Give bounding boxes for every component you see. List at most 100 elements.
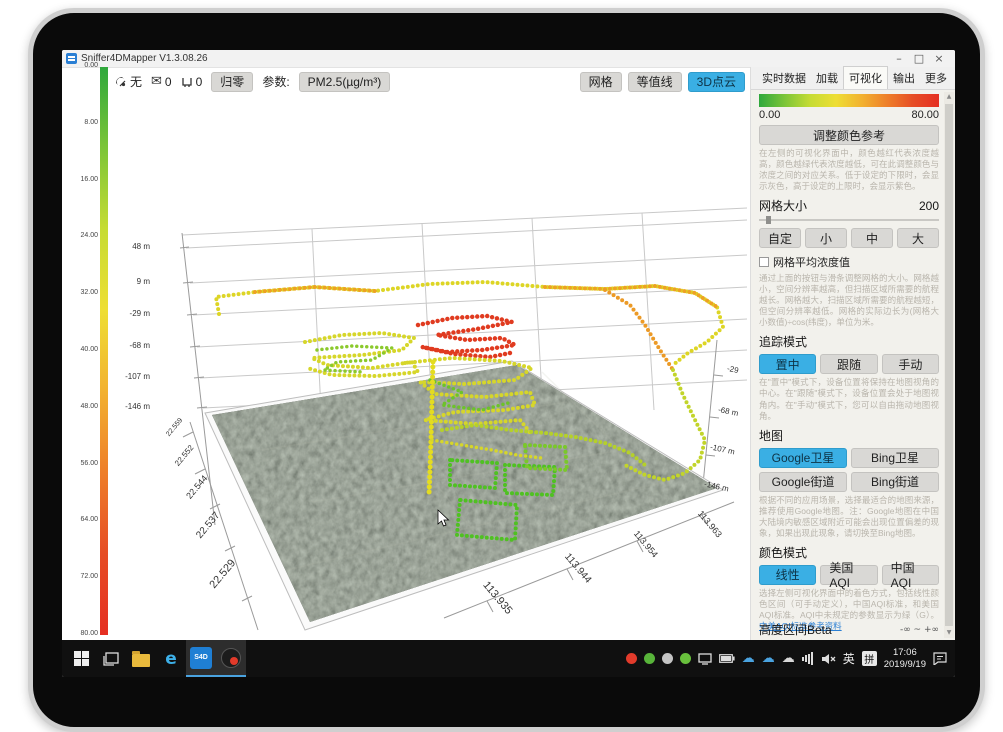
map-source-buttons: Google卫星 Bing卫星 Google街道 Bing街道 [759, 448, 939, 492]
grid-size-slider-handle[interactable] [766, 216, 771, 224]
recording-indicator-icon[interactable] [626, 653, 637, 664]
map-source-label: 地图 [759, 427, 783, 444]
clock-time: 17:06 [884, 647, 926, 659]
start-button[interactable] [66, 640, 96, 677]
tab-output[interactable]: 输出 [888, 67, 920, 89]
color-mode-buttons: 线性 美国AQI 中国AQI [759, 565, 939, 585]
grid-size-large-button[interactable]: 大 [897, 228, 939, 248]
minimize-button[interactable]: – [891, 52, 907, 65]
adjust-color-button[interactable]: 调整颜色参考 [759, 125, 939, 145]
scroll-down-icon[interactable]: ▼ [944, 628, 954, 638]
z-tick-label: -29 m [102, 309, 150, 318]
battery-icon[interactable] [719, 654, 735, 663]
taskbar-clock[interactable]: 17:06 2019/9/19 [884, 647, 926, 671]
tracking-mode-buttons: 置中 跟随 手动 [759, 354, 939, 374]
panel-content: 0.00 80.00 调整颜色参考 在左侧的可视化界面中，颜色越红代表浓度越高，… [751, 90, 955, 640]
panel-menu: 实时数据 加载 可视化 输出 更多 [751, 67, 955, 90]
grid-size-presets: 自定 小 中 大 [759, 228, 939, 248]
edge-icon: e [165, 649, 177, 669]
z-tick-label: -68 m [102, 341, 150, 350]
scroll-up-icon[interactable]: ▲ [944, 92, 954, 102]
window-titlebar: Sniffer4DMapper V1.3.08.26 – □ × [62, 50, 955, 68]
language-indicator[interactable]: 英 [843, 650, 855, 667]
grid-size-medium-button[interactable]: 中 [851, 228, 893, 248]
cloud-drive-icon[interactable]: ☁ [762, 652, 775, 665]
window-title: Sniffer4DMapper V1.3.08.26 [81, 53, 208, 64]
network-signal-icon[interactable] [802, 652, 814, 665]
grid-size-label: 网格大小 [759, 197, 807, 214]
stage: Sniffer4DMapper V1.3.08.26 – □ × 无 ✉ 0 0… [0, 0, 1003, 732]
tracking-help-text: 在"置中"模式下，设备位置将保持在地图视角的中心。在"跟随"模式下，设备位置会处… [759, 377, 939, 421]
color-mode-cnaqi-button[interactable]: 中国AQI [882, 565, 939, 585]
grid-size-slider[interactable] [759, 216, 939, 224]
map-bing-street-button[interactable]: Bing街道 [851, 472, 939, 492]
display-icon[interactable] [698, 653, 712, 665]
onedrive-icon[interactable]: ☁ [782, 652, 795, 665]
tab-realtime-data[interactable]: 实时数据 [757, 67, 811, 89]
folder-icon [132, 654, 150, 667]
action-center-icon[interactable] [933, 652, 947, 665]
task-view-icon [103, 652, 119, 666]
system-tray: ☁ ☁ ☁ 英 拼 17:06 2019/9/19 [626, 647, 951, 671]
tab-visualization[interactable]: 可视化 [843, 66, 888, 89]
scrollbar-thumb[interactable] [945, 104, 953, 626]
map-bing-satellite-button[interactable]: Bing卫星 [851, 448, 939, 468]
windows-logo-icon [74, 651, 89, 666]
s4d-app-icon: S4D [190, 647, 212, 669]
grid-size-value: 200 [919, 199, 939, 213]
maximize-button[interactable]: □ [911, 52, 927, 65]
tab-load[interactable]: 加载 [811, 67, 843, 89]
scale-max: 80.00 [911, 109, 939, 121]
color-mode-usaqi-button[interactable]: 美国AQI [820, 565, 877, 585]
height-range-value: -∞ ~ +∞ [900, 625, 939, 635]
grid-average-label: 网格平均浓度值 [773, 254, 850, 270]
tracking-mode-label: 追踪模式 [759, 333, 807, 350]
tracking-follow-button[interactable]: 跟随 [820, 354, 877, 374]
tablet-device: Sniffer4DMapper V1.3.08.26 – □ × 无 ✉ 0 0… [28, 8, 985, 732]
edge-browser-button[interactable]: e [156, 640, 186, 677]
settings-panel: 实时数据 加载 可视化 输出 更多 0.00 80.00 调整颜色参考 在左侧的… [750, 67, 955, 640]
utility-icon[interactable] [662, 653, 673, 664]
grid-average-row: 网格平均浓度值 [759, 254, 939, 270]
z-tick-label: -107 m [102, 372, 150, 381]
volume-muted-icon[interactable] [821, 653, 836, 665]
task-view-button[interactable] [96, 640, 126, 677]
color-mode-help-body: 选择左侧可视化界面中的着色方式，包括线性颜色区间（可手动定义），中国AQI标准，… [759, 588, 939, 620]
color-mode-label: 颜色模式 [759, 544, 807, 561]
close-button[interactable]: × [931, 52, 947, 65]
color-help-text: 在左侧的可视化界面中，颜色越红代表浓度越高，颜色越绿代表浓度越低，可在此调整颜色… [759, 148, 939, 192]
sniffer4d-app-button[interactable]: S4D [186, 640, 216, 677]
z-tick-label: 9 m [102, 277, 150, 286]
height-range-row: 高度区间Beta -∞ ~ +∞ [759, 621, 939, 638]
color-mode-linear-button[interactable]: 线性 [759, 565, 816, 585]
map-google-street-button[interactable]: Google街道 [759, 472, 847, 492]
height-range-label: 高度区间Beta [759, 621, 832, 638]
recorder-icon [221, 648, 241, 668]
clock-date: 2019/9/19 [884, 659, 926, 671]
tracking-manual-button[interactable]: 手动 [882, 354, 939, 374]
color-scale-range: 0.00 80.00 [759, 109, 939, 121]
file-explorer-button[interactable] [126, 640, 156, 677]
map-google-satellite-button[interactable]: Google卫星 [759, 448, 847, 468]
plot-3d[interactable] [62, 67, 750, 640]
tracking-center-button[interactable]: 置中 [759, 354, 816, 374]
panel-scrollbar[interactable]: ▲ ▼ [944, 92, 954, 638]
messenger-icon[interactable] [680, 653, 691, 664]
scale-min: 0.00 [759, 109, 780, 121]
z-tick-label: 48 m [102, 242, 150, 251]
color-scale-bar [759, 94, 939, 107]
window-controls: – □ × [891, 52, 947, 65]
recorder-app-button[interactable] [216, 640, 246, 677]
z-tick-label: -146 m [102, 402, 150, 411]
grid-size-custom-button[interactable]: 自定 [759, 228, 801, 248]
grid-help-text: 通过上面的按钮与滑条调整网格的大小。网格越小，空间分辨率越高，但扫描区域所需要的… [759, 273, 939, 328]
map-help-text: 根据不同的应用场景，选择最适合的地图来源，推荐使用Google地图。注：Goog… [759, 495, 939, 539]
grid-size-small-button[interactable]: 小 [805, 228, 847, 248]
tab-more[interactable]: 更多 [920, 67, 952, 89]
screen: Sniffer4DMapper V1.3.08.26 – □ × 无 ✉ 0 0… [62, 50, 955, 677]
grid-average-checkbox[interactable] [759, 257, 769, 267]
antivirus-icon[interactable] [644, 653, 655, 664]
cloud-sync-icon[interactable]: ☁ [742, 652, 755, 665]
windows-taskbar: e S4D ☁ ☁ ☁ 英 拼 [62, 640, 955, 677]
ime-icon[interactable]: 拼 [862, 651, 877, 666]
